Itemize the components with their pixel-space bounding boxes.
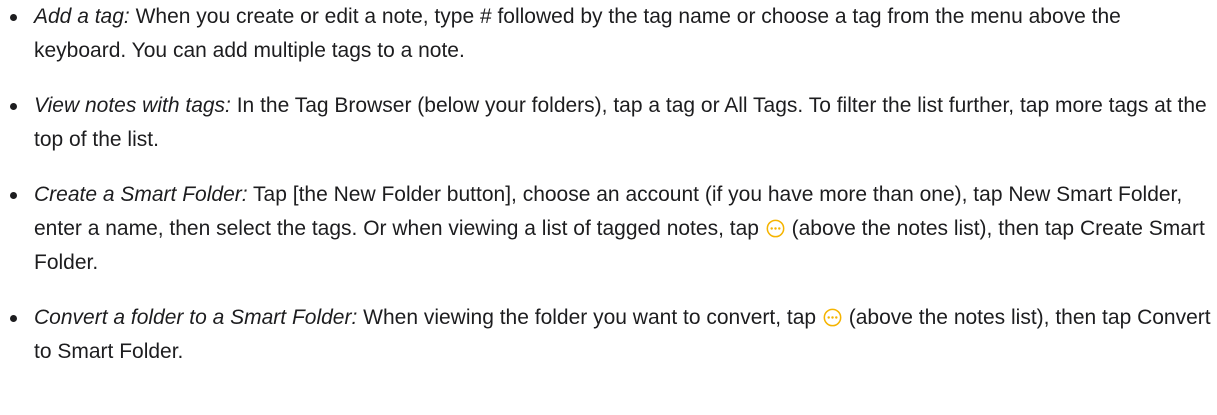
list-item-create-smart-folder: Create a Smart Folder: Tap [the New Fold… [0, 178, 1217, 280]
list-item-convert-folder: Convert a folder to a Smart Folder: When… [0, 301, 1217, 369]
item-text: When you create or edit a note, type # f… [34, 5, 1121, 62]
item-term: View notes with tags: [34, 94, 231, 117]
bullet [10, 14, 17, 21]
item-term: Create a Smart Folder: [34, 183, 248, 206]
more-options-icon [766, 219, 785, 238]
instructions-list: Add a tag: When you create or edit a not… [0, 0, 1217, 369]
list-item-add-tag: Add a tag: When you create or edit a not… [0, 0, 1217, 68]
item-text-before-icon: When viewing the folder you want to conv… [357, 306, 822, 329]
item-term: Add a tag: [34, 5, 130, 28]
item-term: Convert a folder to a Smart Folder: [34, 306, 358, 329]
bullet [10, 315, 17, 322]
bullet [10, 192, 17, 199]
list-item-view-notes: View notes with tags: In the Tag Browser… [0, 89, 1217, 157]
more-options-icon [823, 308, 842, 327]
bullet [10, 103, 17, 110]
